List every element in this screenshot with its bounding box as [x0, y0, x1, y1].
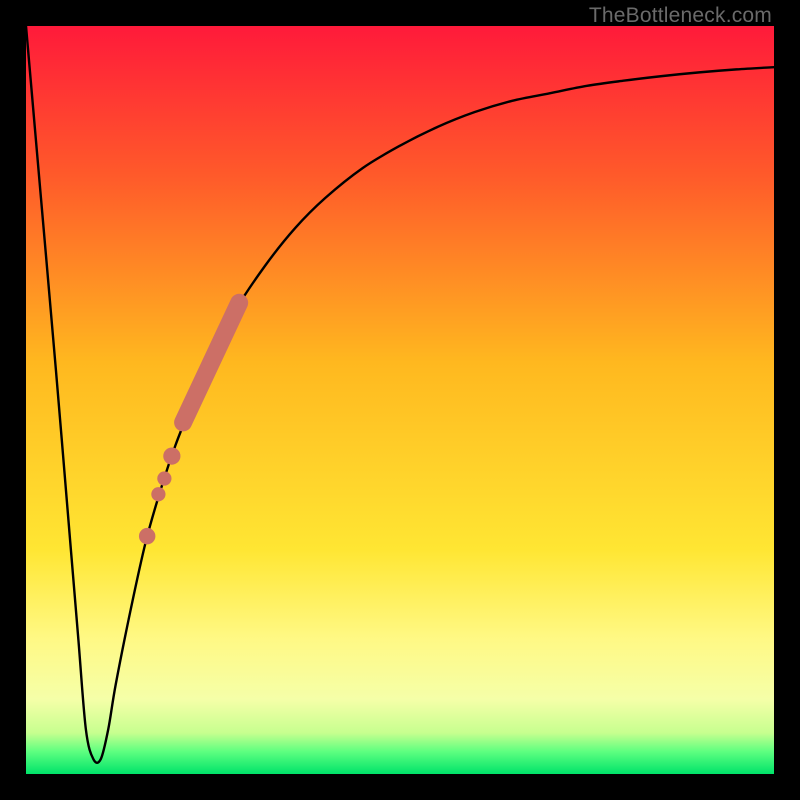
chart-frame: TheBottleneck.com — [0, 0, 800, 800]
marker-dot — [139, 528, 155, 544]
marker-dot — [157, 471, 171, 485]
marker-dot — [163, 448, 180, 465]
bottleneck-chart — [26, 26, 774, 774]
attribution-label: TheBottleneck.com — [589, 4, 772, 28]
gradient-background — [26, 26, 774, 774]
marker-dot — [151, 487, 165, 501]
plot-area — [26, 26, 774, 774]
